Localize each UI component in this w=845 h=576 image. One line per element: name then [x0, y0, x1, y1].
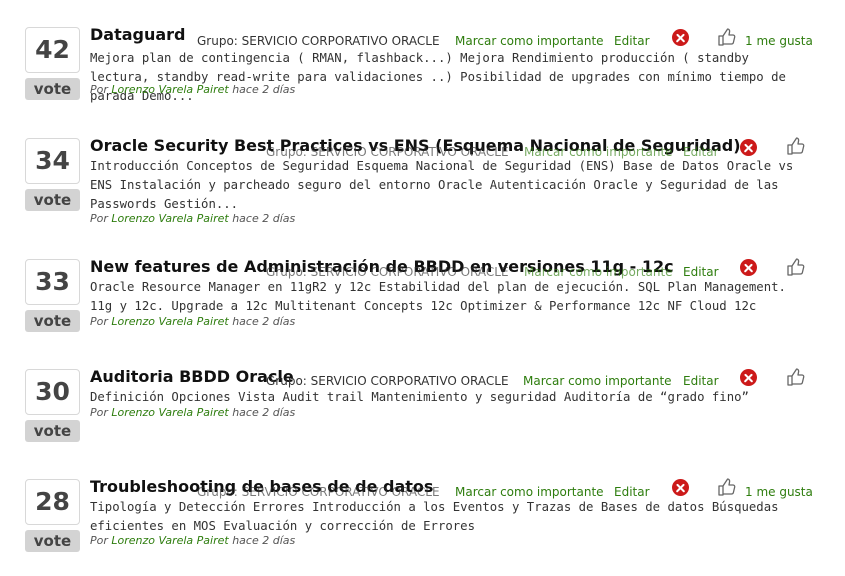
thumbs-up-icon[interactable]	[786, 136, 806, 156]
idea-byline: Por Lorenzo Varela Pairet hace 2 días	[90, 212, 295, 225]
group-label: Grupo: SERVICIO CORPORATIVO ORACLE	[266, 374, 509, 388]
edit-link[interactable]: Editar	[683, 265, 719, 279]
author-link[interactable]: Lorenzo Varela Pairet	[111, 406, 228, 419]
vote-button[interactable]: vote	[25, 189, 80, 211]
idea-byline: Por Lorenzo Varela Pairet hace 2 días	[90, 534, 295, 547]
timestamp: hace 2 días	[232, 406, 296, 419]
idea-description: Oracle Resource Manager en 11gR2 y 12c E…	[90, 280, 786, 313]
idea-title[interactable]: Dataguard	[90, 25, 186, 44]
by-label: Por	[90, 83, 108, 96]
likes-count[interactable]: 1 me gusta	[745, 34, 813, 48]
mark-important-link[interactable]: Marcar como importante	[524, 265, 673, 279]
by-label: Por	[90, 534, 108, 547]
idea-byline: Por Lorenzo Varela Pairet hace 2 días	[90, 315, 295, 328]
group-name[interactable]: SERVICIO CORPORATIVO ORACLE	[311, 265, 509, 279]
group-name[interactable]: SERVICIO CORPORATIVO ORACLE	[242, 34, 440, 48]
by-label: Por	[90, 406, 108, 419]
thumbs-up-icon[interactable]	[786, 257, 806, 277]
group-prefix: Grupo:	[197, 485, 238, 499]
timestamp: hace 2 días	[232, 212, 296, 225]
vote-button[interactable]: vote	[25, 420, 80, 442]
idea-description: Mejora plan de contingencia ( RMAN, flas…	[90, 51, 786, 103]
edit-link[interactable]: Editar	[683, 374, 719, 388]
idea-description: Definición Opciones Vista Audit trail Ma…	[90, 390, 749, 404]
timestamp: hace 2 días	[232, 534, 296, 547]
vote-count: 33	[25, 259, 80, 305]
edit-link[interactable]: Editar	[614, 34, 650, 48]
delete-icon[interactable]	[740, 259, 757, 276]
by-label: Por	[90, 212, 108, 225]
idea-byline: Por Lorenzo Varela Pairet hace 2 días	[90, 83, 295, 96]
vote-button[interactable]: vote	[25, 78, 80, 100]
delete-icon[interactable]	[672, 479, 689, 496]
vote-count: 30	[25, 369, 80, 415]
group-prefix: Grupo:	[266, 265, 307, 279]
vote-count: 42	[25, 27, 80, 73]
idea-title[interactable]: Auditoria BBDD Oracle	[90, 367, 294, 386]
vote-button[interactable]: vote	[25, 530, 80, 552]
thumbs-up-icon[interactable]	[717, 27, 737, 47]
delete-icon[interactable]	[672, 29, 689, 46]
idea-description: Tipología y Detección Errores Introducci…	[90, 500, 779, 533]
vote-count: 34	[25, 138, 80, 184]
group-name[interactable]: SERVICIO CORPORATIVO ORACLE	[242, 485, 440, 499]
likes-count[interactable]: 1 me gusta	[745, 485, 813, 499]
mark-important-link[interactable]: Marcar como importante	[455, 34, 604, 48]
vote-count: 28	[25, 479, 80, 525]
group-prefix: Grupo:	[197, 34, 238, 48]
group-label: Grupo: SERVICIO CORPORATIVO ORACLE	[197, 485, 440, 499]
mark-important-link[interactable]: Marcar como importante	[455, 485, 604, 499]
group-label: Grupo: SERVICIO CORPORATIVO ORACLE	[197, 34, 440, 48]
author-link[interactable]: Lorenzo Varela Pairet	[111, 83, 228, 96]
timestamp: hace 2 días	[232, 315, 296, 328]
idea-description: Introducción Conceptos de Seguridad Esqu…	[90, 159, 794, 211]
author-link[interactable]: Lorenzo Varela Pairet	[111, 212, 228, 225]
mark-important-link[interactable]: Marcar como importante	[523, 374, 672, 388]
author-link[interactable]: Lorenzo Varela Pairet	[111, 534, 228, 547]
vote-button[interactable]: vote	[25, 310, 80, 332]
idea-byline: Por Lorenzo Varela Pairet hace 2 días	[90, 406, 295, 419]
delete-icon[interactable]	[740, 369, 757, 386]
group-prefix: Grupo:	[266, 374, 307, 388]
timestamp: hace 2 días	[232, 83, 296, 96]
by-label: Por	[90, 315, 108, 328]
delete-icon[interactable]	[740, 139, 757, 156]
thumbs-up-icon[interactable]	[717, 477, 737, 497]
edit-link[interactable]: Editar	[614, 485, 650, 499]
group-name[interactable]: SERVICIO CORPORATIVO ORACLE	[311, 374, 509, 388]
author-link[interactable]: Lorenzo Varela Pairet	[111, 315, 228, 328]
group-label: Grupo: SERVICIO CORPORATIVO ORACLE	[266, 265, 509, 279]
thumbs-up-icon[interactable]	[786, 367, 806, 387]
